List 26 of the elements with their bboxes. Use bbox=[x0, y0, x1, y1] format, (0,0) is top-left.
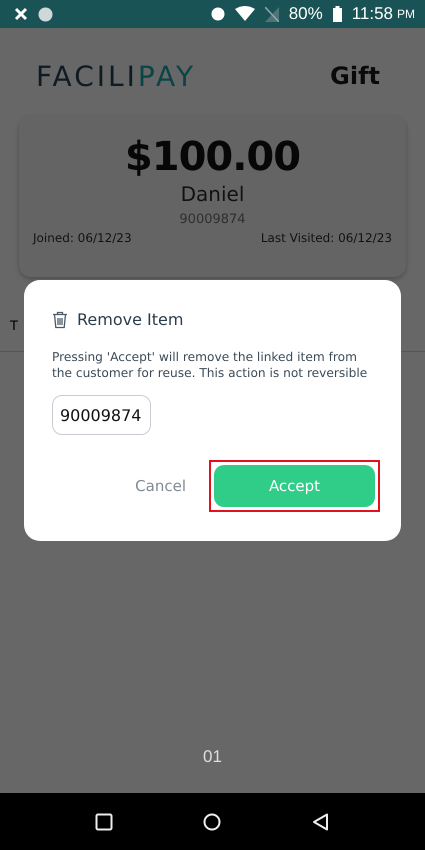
dialog-title: Remove Item bbox=[77, 310, 184, 329]
home-icon bbox=[203, 812, 222, 830]
item-number-field[interactable]: 90009874 bbox=[52, 395, 151, 435]
battery-percent: 80% bbox=[288, 4, 323, 24]
cancel-button[interactable]: Cancel bbox=[131, 469, 190, 503]
page-number: 01 bbox=[203, 747, 222, 767]
clock-ampm: PM bbox=[397, 7, 415, 21]
circle-status-icon bbox=[210, 7, 225, 21]
back-icon bbox=[312, 812, 330, 830]
dialog-message: Pressing 'Accept' will remove the linked item from the customer for reuse. This action is not reversible bbox=[52, 349, 368, 381]
no-signal-icon bbox=[264, 6, 279, 22]
recent-apps-icon bbox=[95, 812, 114, 830]
joined-date: Joined: 06/12/23 bbox=[33, 231, 132, 245]
last-visited-date: Last Visited: 06/12/23 bbox=[260, 231, 392, 245]
customer-name: Daniel bbox=[180, 182, 244, 206]
tab-label[interactable]: T bbox=[10, 319, 18, 334]
wifi-icon bbox=[234, 6, 255, 22]
trash-icon bbox=[52, 310, 68, 328]
app-notification-icon bbox=[14, 7, 28, 21]
clock-time: 11:58 bbox=[352, 4, 393, 24]
page-title: Gift bbox=[330, 62, 380, 90]
balance-amount: $100.00 bbox=[124, 134, 300, 180]
sync-notification-icon bbox=[38, 6, 53, 22]
facilipay-logo: FACILI PAY bbox=[36, 60, 196, 92]
accept-button[interactable]: Accept bbox=[214, 465, 375, 507]
battery-icon bbox=[332, 6, 342, 22]
